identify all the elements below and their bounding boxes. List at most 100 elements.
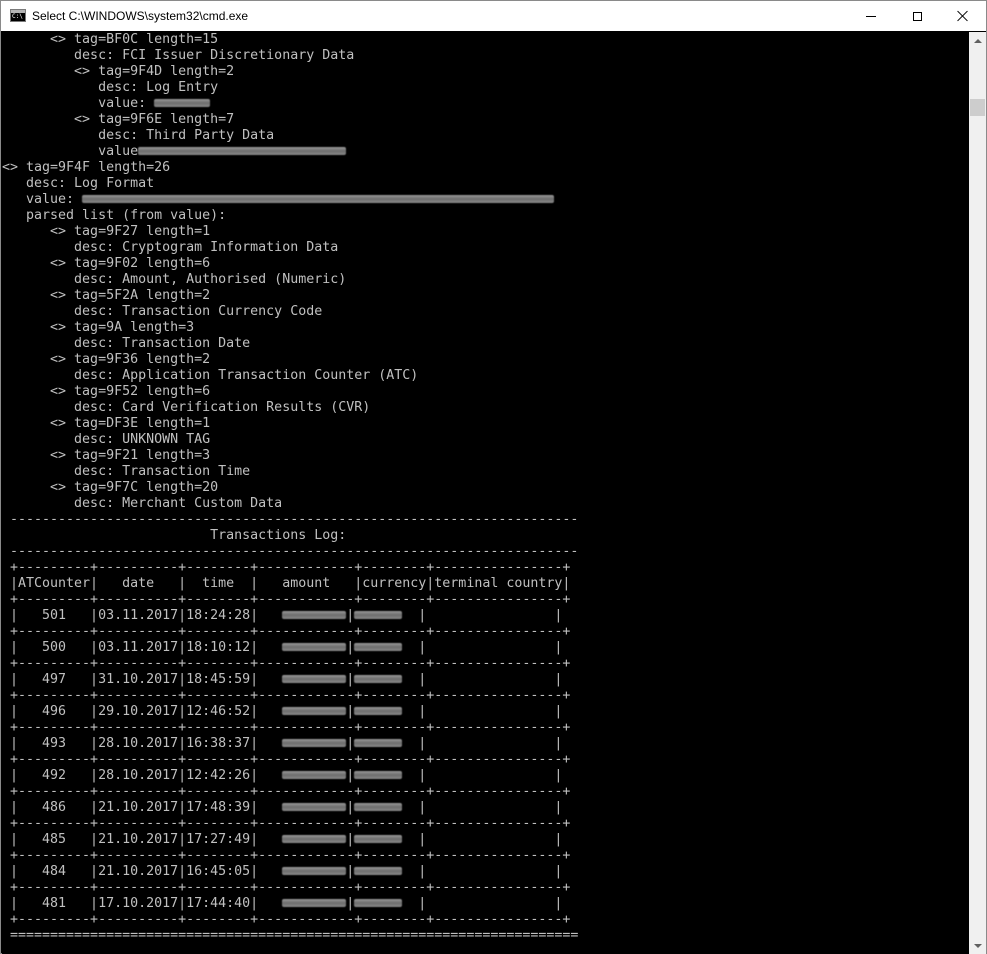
console-line: <> tag=9F21 length=3 bbox=[2, 448, 578, 464]
console-line-text: | bbox=[346, 736, 355, 751]
console-line-text: <> tag=9F6E length=7 bbox=[2, 112, 235, 127]
console-line-text: | | bbox=[402, 736, 563, 751]
console-line: +---------+----------+--------+---------… bbox=[2, 880, 578, 896]
console-line: | 500 |03.11.2017|18:10:12| | | | bbox=[2, 640, 578, 656]
console-line-text: <> tag=DF3E length=1 bbox=[2, 416, 211, 431]
console-line-text: | bbox=[346, 800, 355, 815]
console-line: | 493 |28.10.2017|16:38:37| | | | bbox=[2, 736, 578, 752]
redacted-value bbox=[282, 803, 347, 811]
scroll-up-arrow-icon bbox=[973, 38, 982, 43]
console-line-text: | | bbox=[402, 640, 563, 655]
console-line: value: bbox=[2, 192, 578, 208]
console-line: | 492 |28.10.2017|12:42:26| | | | bbox=[2, 768, 578, 784]
redacted-value bbox=[138, 147, 347, 155]
console-line: <> tag=9F52 length=6 bbox=[2, 384, 578, 400]
console-line: desc: Log Entry bbox=[2, 80, 578, 96]
maximize-button[interactable] bbox=[894, 1, 940, 31]
console-line: <> tag=9F4D length=2 bbox=[2, 64, 578, 80]
redacted-value bbox=[282, 707, 347, 715]
console-line: ----------------------------------------… bbox=[2, 544, 578, 560]
console-line: value: bbox=[2, 96, 578, 112]
console-line-text: | 484 |21.10.2017|16:45:05| bbox=[2, 864, 283, 879]
console-line-text: +---------+----------+--------+---------… bbox=[2, 752, 571, 767]
console-line-text: | | bbox=[402, 672, 563, 687]
console-line-text: | 497 |31.10.2017|18:45:59| bbox=[2, 672, 283, 687]
cmd-icon[interactable]: C:\ bbox=[10, 9, 26, 22]
cmd-window: C:\ Select C:\WINDOWS\system32\cmd.exe <… bbox=[0, 0, 987, 954]
console-line-text: | bbox=[346, 768, 355, 783]
close-button[interactable] bbox=[940, 1, 986, 31]
title-bar[interactable]: C:\ Select C:\WINDOWS\system32\cmd.exe bbox=[1, 1, 986, 31]
console-line: <> tag=9F4F length=26 bbox=[2, 160, 578, 176]
console-line-text: desc: FCI Issuer Discretionary Data bbox=[2, 48, 355, 63]
console-lines: <> tag=BF0C length=15 desc: FCI Issuer D… bbox=[2, 32, 578, 944]
console-line-text: | 485 |21.10.2017|17:27:49| bbox=[2, 832, 283, 847]
console-line-text: desc: Third Party Data bbox=[2, 128, 275, 143]
redacted-value bbox=[354, 739, 403, 747]
console-line-text: desc: UNKNOWN TAG bbox=[2, 432, 211, 447]
console-line-text: desc: Transaction Date bbox=[2, 336, 251, 351]
console-line-text: | 486 |21.10.2017|17:48:39| bbox=[2, 800, 283, 815]
vertical-scrollbar[interactable] bbox=[969, 32, 986, 954]
minimize-button[interactable] bbox=[848, 1, 894, 31]
console-line-text: | 501 |03.11.2017|18:24:28| bbox=[2, 608, 283, 623]
console-line-text: desc: Transaction Currency Code bbox=[2, 304, 323, 319]
redacted-value bbox=[282, 835, 347, 843]
window-title: Select C:\WINDOWS\system32\cmd.exe bbox=[32, 9, 249, 23]
console-line-text: +---------+----------+--------+---------… bbox=[2, 560, 571, 575]
console-line: desc: Transaction Time bbox=[2, 464, 578, 480]
console-line-text: | | bbox=[402, 864, 563, 879]
console-line-text: | 492 |28.10.2017|12:42:26| bbox=[2, 768, 283, 783]
console-line-text: | 493 |28.10.2017|16:38:37| bbox=[2, 736, 283, 751]
console-line: +---------+----------+--------+---------… bbox=[2, 592, 578, 608]
console-line: | 485 |21.10.2017|17:27:49| | | | bbox=[2, 832, 578, 848]
console-line-text: | | bbox=[402, 800, 563, 815]
console-line-text: desc: Transaction Time bbox=[2, 464, 251, 479]
console-line: desc: Transaction Date bbox=[2, 336, 578, 352]
console-line: desc: Amount, Authorised (Numeric) bbox=[2, 272, 578, 288]
console-line-text: <> tag=9A length=3 bbox=[2, 320, 195, 335]
console-line-text: |ATCounter| date | time | amount |curren… bbox=[2, 576, 571, 591]
scroll-up-button[interactable] bbox=[969, 32, 986, 49]
console-line-text: <> tag=5F2A length=2 bbox=[2, 288, 211, 303]
console-line-text: +---------+----------+--------+---------… bbox=[2, 720, 571, 735]
scroll-thumb[interactable] bbox=[970, 99, 985, 116]
console-line-text: desc: Log Entry bbox=[2, 80, 219, 95]
redacted-value bbox=[282, 643, 347, 651]
console-line-text: | | bbox=[402, 832, 563, 847]
console-line-text: +---------+----------+--------+---------… bbox=[2, 848, 571, 863]
console-line-text: ----------------------------------------… bbox=[2, 512, 579, 527]
console-line-text: | 496 |29.10.2017|12:46:52| bbox=[2, 704, 283, 719]
console-line-text: | bbox=[346, 704, 355, 719]
console-line-text: value: bbox=[2, 96, 155, 111]
console-line-text: <> tag=9F27 length=1 bbox=[2, 224, 211, 239]
console-line-text: desc: Card Verification Results (CVR) bbox=[2, 400, 371, 415]
console-output[interactable]: <> tag=BF0C length=15 desc: FCI Issuer D… bbox=[2, 32, 969, 954]
redacted-value bbox=[282, 771, 347, 779]
redacted-value bbox=[354, 867, 403, 875]
console-line-text: | | bbox=[402, 704, 563, 719]
console-line: +---------+----------+--------+---------… bbox=[2, 752, 578, 768]
console-line-text: | bbox=[346, 896, 355, 911]
console-line-text: desc: Cryptogram Information Data bbox=[2, 240, 339, 255]
redacted-value bbox=[154, 99, 211, 107]
redacted-value bbox=[354, 835, 403, 843]
console-line-text: value bbox=[2, 144, 139, 159]
console-line: +---------+----------+--------+---------… bbox=[2, 624, 578, 640]
console-line-text: <> tag=9F36 length=2 bbox=[2, 352, 211, 367]
console-line: parsed list (from value): bbox=[2, 208, 578, 224]
console-line: value bbox=[2, 144, 578, 160]
redacted-value bbox=[354, 771, 403, 779]
redacted-value bbox=[354, 643, 403, 651]
scroll-down-arrow-icon bbox=[973, 943, 982, 948]
console-line: | 496 |29.10.2017|12:46:52| | | | bbox=[2, 704, 578, 720]
cmd-icon-prompt: C:\ bbox=[12, 13, 23, 20]
console-line: desc: Merchant Custom Data bbox=[2, 496, 578, 512]
console-line: Transactions Log: bbox=[2, 528, 578, 544]
console-line-text: | bbox=[346, 608, 355, 623]
console-line-text: | | bbox=[402, 768, 563, 783]
redacted-value bbox=[282, 739, 347, 747]
scroll-down-button[interactable] bbox=[969, 937, 986, 954]
console-line-text: | bbox=[346, 832, 355, 847]
console-line-text: desc: Amount, Authorised (Numeric) bbox=[2, 272, 347, 287]
